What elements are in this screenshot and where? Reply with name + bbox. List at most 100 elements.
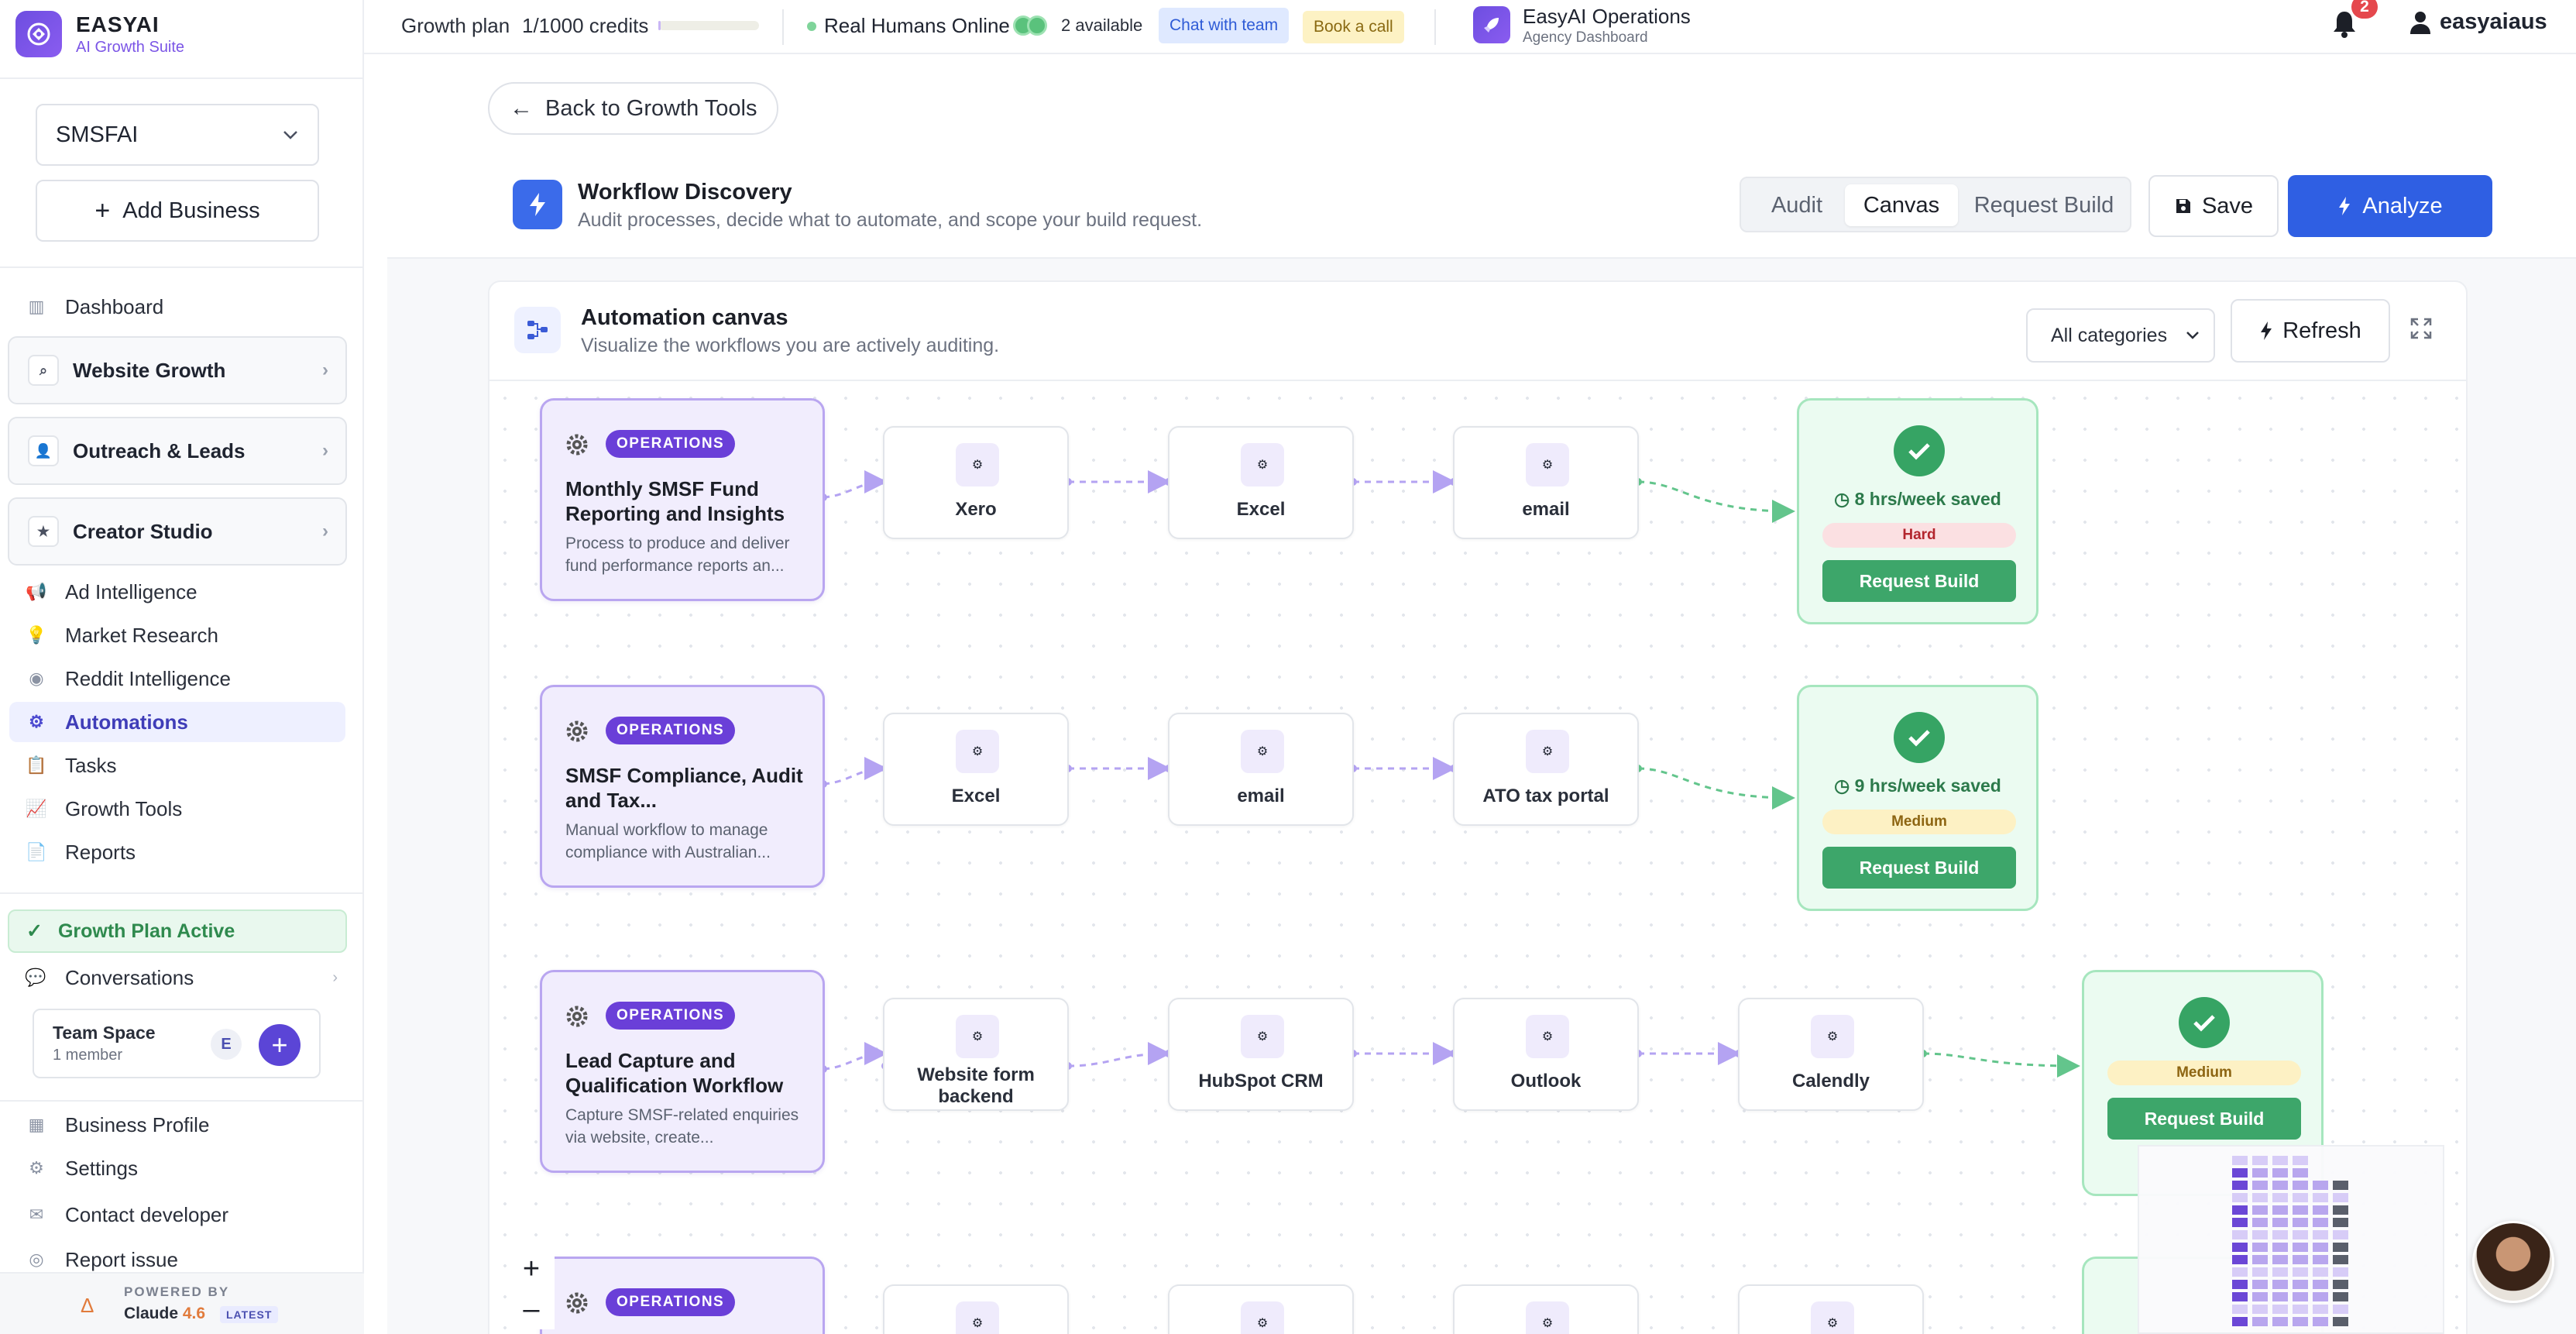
support-chat-avatar[interactable] [2472, 1221, 2554, 1303]
business-select[interactable]: SMSFAI [36, 104, 319, 166]
minimap-node [2272, 1267, 2288, 1277]
minimap-node [2313, 1280, 2328, 1289]
divider [1434, 9, 1436, 45]
expand-icon[interactable] [2409, 316, 2433, 345]
model-name-text: Claude [124, 1305, 179, 1322]
tool-node[interactable]: ⚙ Calendly [1738, 998, 1924, 1111]
automation-result-node: ◷ 8 hrs/week saved Hard Request Build [1797, 398, 2038, 624]
tool-node[interactable]: ⚙ [1738, 1284, 1924, 1334]
tab-request-build[interactable]: Request Build [1963, 184, 2125, 226]
chevron-right-icon: › [332, 968, 338, 986]
workflow-source-node[interactable]: OPERATIONS [540, 1257, 825, 1334]
humans-online-label: Real Humans Online [824, 14, 1010, 37]
minimap[interactable] [2138, 1145, 2444, 1334]
tool-node[interactable]: ⚙ HubSpot CRM [1168, 998, 1354, 1111]
tool-node[interactable]: ⚙ email [1453, 426, 1639, 539]
powered-by-footer: Δ POWERED BY Claude 4.6 LATEST [0, 1272, 364, 1334]
minimap-node [2252, 1181, 2268, 1190]
credits-count: 1/1000 credits [522, 14, 649, 37]
tool-node[interactable]: ⚙ email [1168, 713, 1354, 826]
sidebar-item-business-profile[interactable]: ▦ Business Profile [9, 1105, 345, 1145]
floppy-disk-icon [2176, 199, 2190, 213]
tool-node[interactable]: ⚙ [1453, 1284, 1639, 1334]
difficulty-badge: Hard [1822, 523, 2016, 548]
refresh-button[interactable]: Refresh [2231, 299, 2390, 363]
minimap-node [2333, 1280, 2348, 1289]
tab-audit[interactable]: Audit [1752, 184, 1842, 226]
request-build-button[interactable]: Request Build [1822, 560, 2016, 602]
sidebar-item-label: Ad Intelligence [65, 579, 197, 603]
request-build-button[interactable]: Request Build [1822, 847, 2016, 889]
tool-node[interactable]: ⚙ Excel [883, 713, 1069, 826]
minimap-node [2333, 1243, 2348, 1252]
tool-node[interactable]: ⚙ Excel [1168, 426, 1354, 539]
zoom-in-button[interactable]: + [508, 1249, 555, 1289]
category-tag: OPERATIONS [606, 717, 736, 744]
megaphone-icon: 📢 [26, 582, 47, 601]
cogs-icon: ⚙ [1241, 730, 1284, 773]
user-menu[interactable]: easyaiaus [2409, 9, 2547, 35]
brand[interactable]: EASYAI AI Growth Suite [15, 11, 184, 57]
sidebar-item-reports[interactable]: 📄 Reports [9, 832, 345, 872]
plan-status-label: Growth Plan Active [57, 920, 235, 942]
back-to-growth-tools-button[interactable]: ← Back to Growth Tools [488, 82, 779, 135]
tool-node[interactable]: ⚙ [883, 1284, 1069, 1334]
minimap-node [2272, 1205, 2288, 1215]
sidebar-group-label: Website Growth [73, 358, 226, 382]
gear-icon [566, 1006, 588, 1027]
workflow-source-node[interactable]: OPERATIONS Lead Capture and Qualificatio… [540, 970, 825, 1173]
add-business-button[interactable]: + Add Business [36, 180, 319, 242]
tool-node[interactable]: ⚙ [1168, 1284, 1354, 1334]
sidebar-item-label: Tasks [65, 753, 117, 777]
user-plus-icon: 👤 [28, 435, 59, 466]
sidebar-item-growth-tools[interactable]: 📈 Growth Tools [9, 789, 345, 829]
sidebar-item-settings[interactable]: ⚙ Settings [9, 1148, 345, 1188]
zoom-out-button[interactable]: – [508, 1289, 555, 1329]
sidebar-item-dashboard[interactable]: ▥ Dashboard [9, 287, 345, 327]
divider [0, 892, 364, 894]
zoom-controls: + – [508, 1249, 555, 1329]
tool-node[interactable]: ⚙ Outlook [1453, 998, 1639, 1111]
user-icon [2410, 11, 2430, 34]
sidebar-item-ad-intelligence[interactable]: 📢 Ad Intelligence [9, 572, 345, 612]
sidebar-group-outreach-leads[interactable]: 👤 Outreach & Leads › [8, 417, 347, 485]
tool-name: Website form backend [917, 1064, 1035, 1107]
book-call-button[interactable]: Book a call [1303, 11, 1404, 43]
sidebar-item-automations[interactable]: ⚙ Automations [9, 702, 345, 742]
save-button[interactable]: Save [2148, 175, 2279, 237]
sidebar-item-reddit-intelligence[interactable]: ◉ Reddit Intelligence [9, 658, 345, 699]
tool-node[interactable]: ⚙ ATO tax portal [1453, 713, 1639, 826]
sidebar-item-contact-developer[interactable]: ✉ Contact developer [9, 1195, 345, 1235]
add-team-member-button[interactable]: + [259, 1024, 301, 1066]
rocket-icon [1473, 6, 1510, 43]
sidebar-item-conversations[interactable]: 💬 Conversations › [9, 958, 345, 998]
request-build-button[interactable]: Request Build [2107, 1098, 2301, 1140]
envelope-icon: ✉ [29, 1205, 44, 1224]
sidebar-item-tasks[interactable]: 📋 Tasks [9, 745, 345, 786]
tool-node[interactable]: ⚙ Xero [883, 426, 1069, 539]
cogs-icon: ⚙ [1241, 1301, 1284, 1334]
tool-node[interactable]: ⚙ Website form backend [883, 998, 1069, 1111]
check-circle-icon [2179, 997, 2230, 1048]
tool-name: Excel [951, 786, 1001, 806]
chevron-down-icon [2186, 332, 2199, 339]
workspace-title[interactable]: EasyAI Operations [1523, 5, 1691, 29]
sidebar-group-creator-studio[interactable]: ★ Creator Studio › [8, 497, 347, 566]
avatar[interactable]: E [211, 1029, 242, 1060]
chat-with-team-button[interactable]: Chat with team [1159, 8, 1290, 43]
analyze-button[interactable]: Analyze [2288, 175, 2492, 237]
workflow-source-node[interactable]: OPERATIONS Monthly SMSF Fund Reporting a… [540, 398, 825, 601]
sidebar-item-market-research[interactable]: 💡 Market Research [9, 615, 345, 655]
category-filter-select[interactable]: All categories [2026, 308, 2215, 363]
sidebar-group-website-growth[interactable]: ⌕ Website Growth › [8, 336, 347, 404]
workflow-source-node[interactable]: OPERATIONS SMSF Compliance, Audit and Ta… [540, 685, 825, 888]
cogs-icon: ⚙ [1811, 1015, 1854, 1058]
gear-icon: ⚙ [29, 712, 44, 731]
page-title: Workflow Discovery [578, 180, 792, 205]
team-space-card[interactable]: Team Space 1 member E + [33, 1009, 321, 1078]
workflow-name: Monthly SMSF Fund Reporting and Insights [565, 477, 785, 525]
minimap-node [2232, 1205, 2248, 1215]
workflow-description: Capture SMSF-related enquiries via websi… [565, 1106, 799, 1147]
tab-canvas[interactable]: Canvas [1845, 184, 1958, 226]
minimap-node [2252, 1193, 2268, 1202]
